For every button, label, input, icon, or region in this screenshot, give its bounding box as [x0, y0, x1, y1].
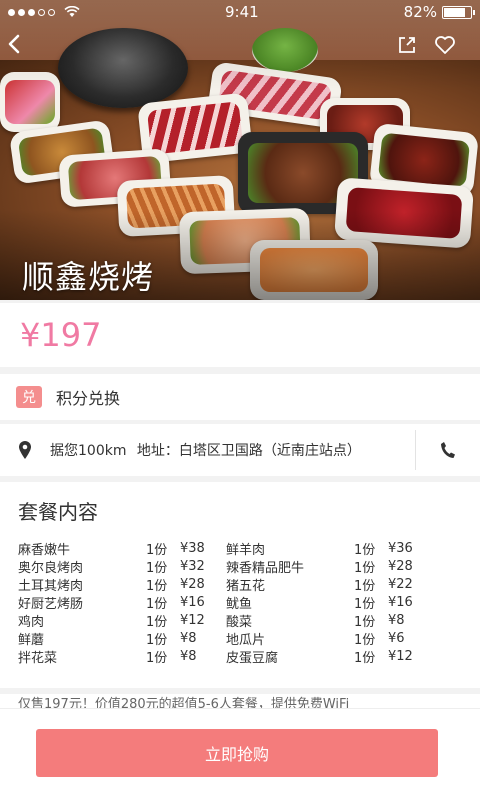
menu-item-qty: 1份 [146, 560, 168, 576]
menu-item-qty: 1份 [354, 560, 376, 576]
menu-item-price: ¥16 [180, 594, 205, 610]
menu-item-name: 奥尔良烤肉 [18, 560, 84, 576]
menu-item-name: 拌花菜 [18, 650, 58, 666]
menu-item-qty: 1份 [354, 614, 376, 630]
menu-item: 拌花菜 1份 ¥8 [18, 647, 226, 666]
menu-item-price: ¥16 [388, 594, 413, 610]
menu-item-qty: 1份 [146, 542, 168, 558]
signal-icon [8, 6, 80, 18]
menu-item-qty: 1份 [354, 596, 376, 612]
menu-item-qty: 1份 [146, 650, 168, 666]
package-contents: 套餐内容 麻香嫩牛 1份 ¥38 奥尔良烤肉 1份 ¥32 土耳其烤肉 1份 ¥28 好厨艺烤肠 1… [0, 482, 480, 688]
address: 地址：白塔区卫国路（近南庄站点） [136, 443, 361, 459]
battery-icon [442, 5, 475, 19]
phone-icon [441, 442, 455, 458]
menu-item-price: ¥8 [180, 630, 197, 646]
menu-item: 辣香精品肥牛 1份 ¥28 [226, 557, 434, 576]
menu-item-price: ¥12 [180, 612, 205, 628]
menu-item-qty: 1份 [146, 596, 168, 612]
back-arrow-icon [8, 34, 20, 54]
menu-item: 酸菜 1份 ¥8 [226, 611, 434, 630]
menu-item: 好厨艺烤肠 1份 ¥16 [18, 593, 226, 612]
menu-item: 鲜蘑 1份 ¥8 [18, 629, 226, 648]
back-button[interactable] [6, 33, 22, 60]
menu-item: 皮蛋豆腐 1份 ¥12 [226, 647, 434, 666]
menu-item: 鱿鱼 1份 ¥16 [226, 593, 434, 612]
menu-item-name: 好厨艺烤肠 [18, 596, 84, 612]
menu-item: 鸡肉 1份 ¥12 [18, 611, 226, 630]
menu-item-name: 地瓜片 [226, 632, 266, 648]
menu-item-price: ¥8 [180, 648, 197, 664]
wifi-icon [64, 6, 80, 17]
menu-item-name: 鸡肉 [18, 614, 45, 630]
points-exchange-row[interactable]: 兑 积分兑换 [0, 374, 480, 420]
battery-indicator: 82% [403, 3, 475, 21]
location-row[interactable]: 据您100km 地址：白塔区卫国路（近南庄站点） [0, 424, 480, 476]
menu-item-price: ¥6 [388, 630, 405, 646]
buy-now-button[interactable]: 立即抢购 [36, 729, 438, 777]
menu-item-qty: 1份 [354, 542, 376, 558]
distance: 据您100km [50, 443, 127, 459]
menu-item-name: 猪五花 [226, 578, 266, 594]
footer-bar: 立即抢购 [0, 708, 480, 800]
share-button[interactable] [396, 34, 418, 61]
menu-column-right: 鲜羊肉 1份 ¥36 辣香精品肥牛 1份 ¥28 猪五花 1份 ¥22 鱿鱼 1份 ¥16 酸菜 1份 ¥8… [226, 539, 434, 666]
call-button[interactable] [416, 441, 480, 459]
menu-item-name: 酸菜 [226, 614, 253, 630]
menu-item: 鲜羊肉 1份 ¥36 [226, 539, 434, 558]
menu-item-qty: 1份 [354, 632, 376, 648]
price-section: ¥197 [0, 303, 480, 367]
status-bar: 9:41 82% [0, 0, 480, 24]
battery-percent: 82% [403, 3, 437, 21]
status-time: 9:41 [224, 3, 259, 21]
menu-item-price: ¥32 [180, 558, 205, 574]
menu-item-name: 鱿鱼 [226, 596, 253, 612]
menu-column-left: 麻香嫩牛 1份 ¥38 奥尔良烤肉 1份 ¥32 土耳其烤肉 1份 ¥28 好厨艺烤肠 1份 ¥16 鸡… [18, 539, 226, 666]
menu-item: 奥尔良烤肉 1份 ¥32 [18, 557, 226, 576]
location-text: 据您100km 地址：白塔区卫国路（近南庄站点） [50, 440, 415, 460]
menu-item-qty: 1份 [146, 578, 168, 594]
menu-item-name: 鲜羊肉 [226, 542, 266, 558]
exchange-label: 积分兑换 [56, 389, 121, 408]
menu-item: 地瓜片 1份 ¥6 [226, 629, 434, 648]
menu-item: 猪五花 1份 ¥22 [226, 575, 434, 594]
location-pin-icon [0, 440, 50, 460]
menu-item-qty: 1份 [354, 578, 376, 594]
store-name: 顺鑫烧烤 [22, 258, 155, 296]
menu-item-price: ¥36 [388, 540, 413, 556]
menu-item-name: 辣香精品肥牛 [226, 560, 305, 576]
menu-item-name: 麻香嫩牛 [18, 542, 71, 558]
price-value: ¥197 [20, 316, 102, 354]
menu-item-qty: 1份 [146, 632, 168, 648]
share-icon [399, 37, 415, 53]
menu-item-name: 土耳其烤肉 [18, 578, 84, 594]
menu-item-name: 皮蛋豆腐 [226, 650, 279, 666]
menu-item: 土耳其烤肉 1份 ¥28 [18, 575, 226, 594]
deal-description: 仅售197元！价值280元的超值5-6人套餐，提供免费WiFi [0, 694, 480, 708]
menu-item-price: ¥12 [388, 648, 413, 664]
menu-item-price: ¥8 [388, 612, 405, 628]
menu-item-price: ¥38 [180, 540, 205, 556]
exchange-badge: 兑 [16, 386, 42, 408]
menu-item: 麻香嫩牛 1份 ¥38 [18, 539, 226, 558]
favorite-button[interactable] [433, 34, 457, 61]
menu-title: 套餐内容 [18, 500, 98, 524]
menu-item-price: ¥22 [388, 576, 413, 592]
menu-item-price: ¥28 [388, 558, 413, 574]
heart-icon [435, 36, 455, 54]
menu-item-qty: 1份 [354, 650, 376, 666]
menu-item-price: ¥28 [180, 576, 205, 592]
menu-item-qty: 1份 [146, 614, 168, 630]
menu-item-name: 鲜蘑 [18, 632, 45, 648]
